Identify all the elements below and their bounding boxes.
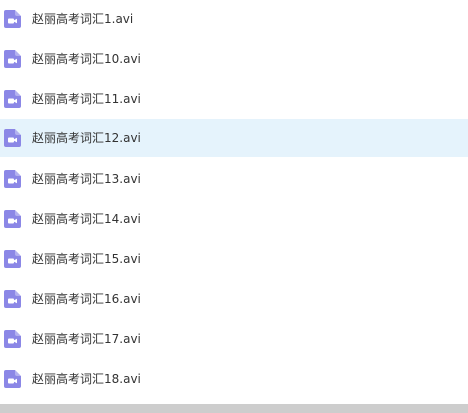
file-name: 赵丽高考词汇12.avi: [32, 131, 141, 145]
video-file-icon: [4, 129, 21, 147]
video-file-icon: [4, 10, 21, 28]
video-file-icon: [4, 50, 21, 68]
file-name: 赵丽高考词汇14.avi: [32, 212, 141, 226]
video-file-icon: [4, 290, 21, 308]
file-name: 赵丽高考词汇18.avi: [32, 372, 141, 386]
file-row[interactable]: 赵丽高考词汇18.avi: [0, 360, 468, 398]
file-row[interactable]: 赵丽高考词汇11.avi: [0, 80, 468, 118]
file-name: 赵丽高考词汇13.avi: [32, 172, 141, 186]
video-file-icon: [4, 210, 21, 228]
video-file-icon: [4, 250, 21, 268]
file-row[interactable]: 赵丽高考词汇16.avi: [0, 280, 468, 318]
file-row[interactable]: 赵丽高考词汇12.avi: [0, 119, 468, 157]
video-file-icon: [4, 90, 21, 108]
file-name: 赵丽高考词汇16.avi: [32, 292, 141, 306]
horizontal-scrollbar[interactable]: [0, 404, 468, 413]
file-name: 赵丽高考词汇10.avi: [32, 52, 141, 66]
video-file-icon: [4, 370, 21, 388]
file-row[interactable]: 赵丽高考词汇13.avi: [0, 160, 468, 198]
file-row[interactable]: 赵丽高考词汇17.avi: [0, 320, 468, 358]
file-name: 赵丽高考词汇11.avi: [32, 92, 141, 106]
scrollbar-thumb[interactable]: [0, 404, 468, 413]
video-file-icon: [4, 330, 21, 348]
file-row[interactable]: 赵丽高考词汇14.avi: [0, 200, 468, 238]
file-name: 赵丽高考词汇17.avi: [32, 332, 141, 346]
file-row[interactable]: 赵丽高考词汇15.avi: [0, 240, 468, 278]
file-list: 赵丽高考词汇1.avi 赵丽高考词汇10.avi 赵丽高考词汇11.avi 赵丽…: [0, 0, 468, 399]
video-file-icon: [4, 170, 21, 188]
file-name: 赵丽高考词汇1.avi: [32, 12, 134, 26]
file-row[interactable]: 赵丽高考词汇10.avi: [0, 40, 468, 78]
file-name: 赵丽高考词汇15.avi: [32, 252, 141, 266]
file-row[interactable]: 赵丽高考词汇1.avi: [0, 0, 468, 38]
